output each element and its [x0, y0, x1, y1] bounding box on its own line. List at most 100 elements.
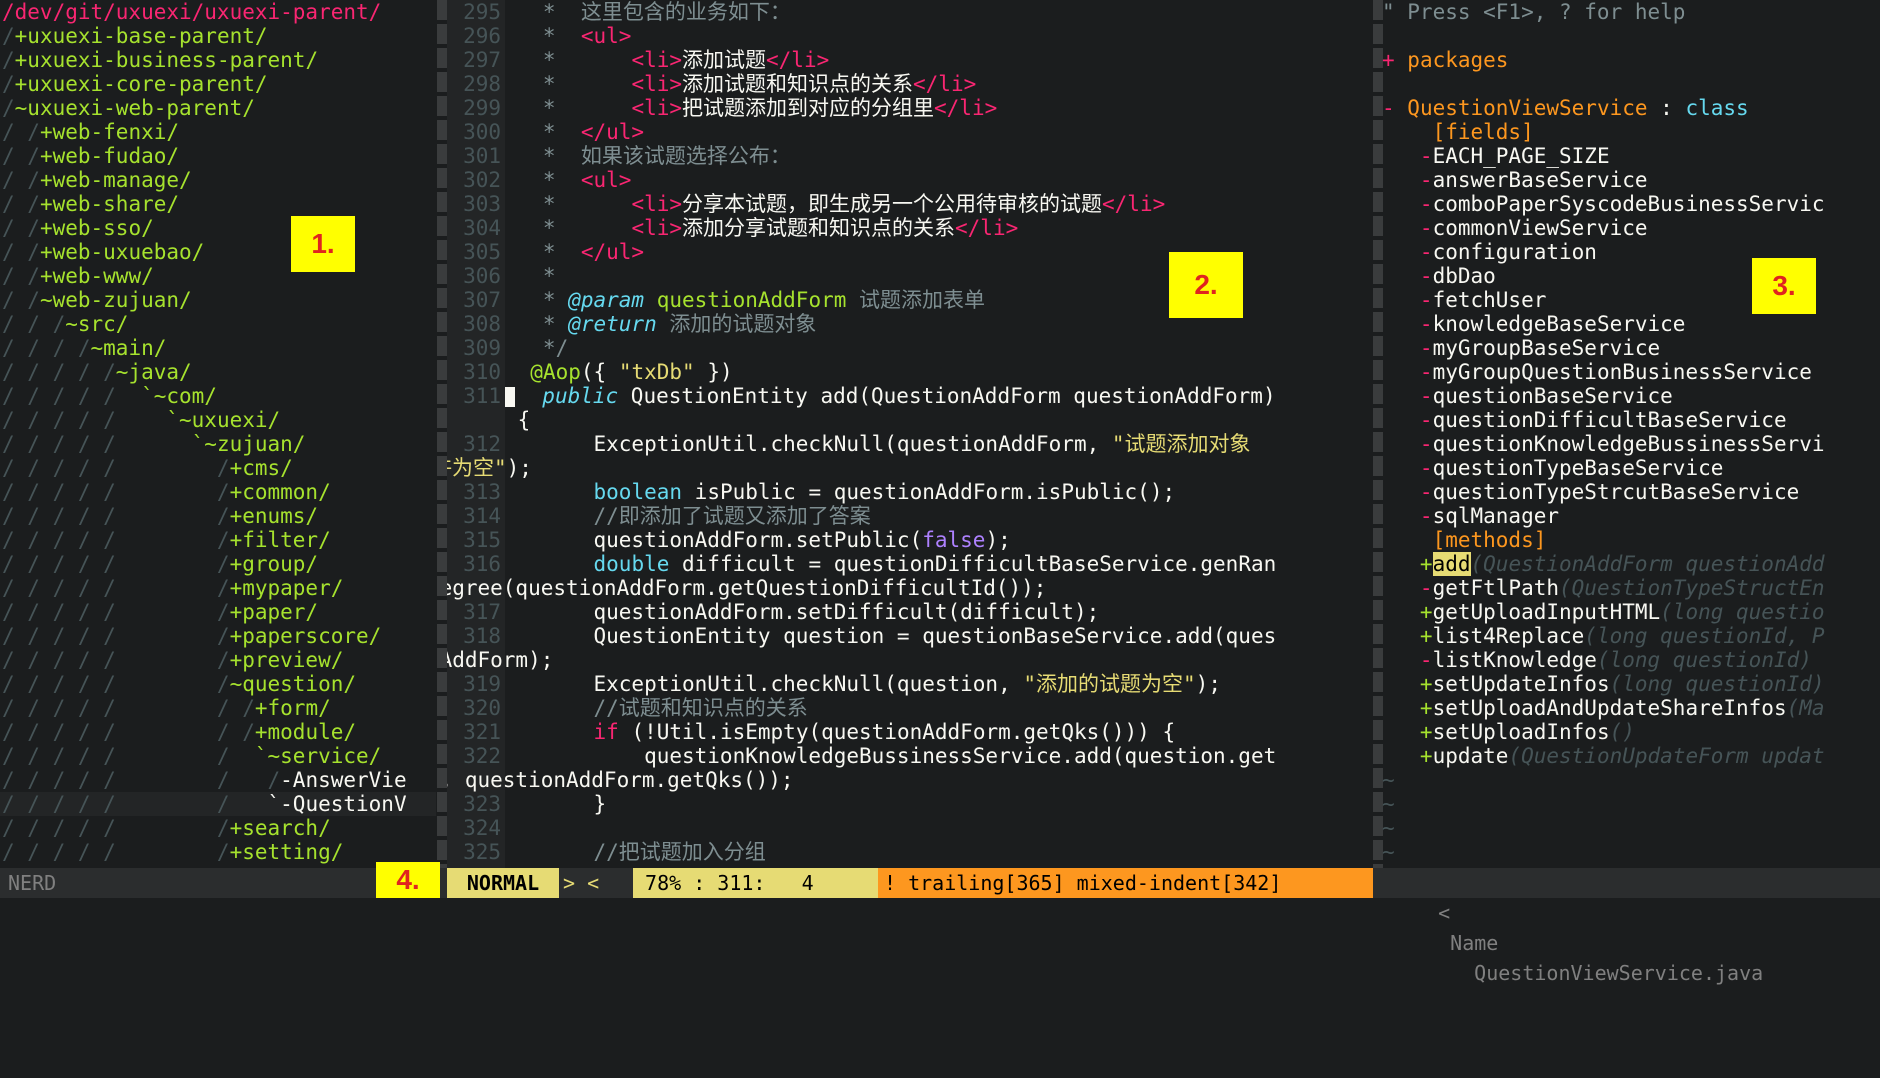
code-line[interactable]: 322 questionKnowledgeBussinessService.ad… [447, 744, 1373, 768]
code-line[interactable]: { [447, 408, 1373, 432]
tagbar-entry[interactable]: -listKnowledge(long questionId) [1382, 648, 1880, 672]
tree-dir-node[interactable]: /+uxuexi-base-parent/ [0, 24, 436, 48]
tagbar-entry[interactable]: " Press <F1>, ? for help [1382, 0, 1880, 24]
tagbar-entry[interactable]: -answerBaseService [1382, 168, 1880, 192]
code-line[interactable]: 317 questionAddForm.setDifficult(difficu… [447, 600, 1373, 624]
code-line[interactable]: 302 * <ul> [447, 168, 1373, 192]
code-line[interactable]: tionAddForm); [447, 648, 1373, 672]
code-line[interactable]: 318 QuestionEntity question = questionBa… [447, 624, 1373, 648]
tagbar-entry[interactable]: +add(QuestionAddForm questionAdd [1382, 552, 1880, 576]
tagbar-entry[interactable]: -questionTypeBaseService [1382, 456, 1880, 480]
tagbar-entry[interactable]: ~ [1382, 792, 1880, 816]
tree-dir-node[interactable]: /~uxuexi-web-parent/ [0, 96, 436, 120]
tagbar-entry[interactable]: -comboPaperSyscodeBusinessServic [1382, 192, 1880, 216]
tree-dir-node[interactable]: / / / / / /+paper/ [0, 600, 436, 624]
tagbar-entry[interactable]: +getUploadInputHTML(long questio [1382, 600, 1880, 624]
code-line[interactable]: 309 */ [447, 336, 1373, 360]
tagbar-pane[interactable]: " Press <F1>, ? for help + packages - Ques… [1382, 0, 1880, 868]
code-line[interactable]: 320 //试题和知识点的关系 [447, 696, 1373, 720]
tagbar-entry[interactable]: [fields] [1382, 120, 1880, 144]
nerdtree-pane[interactable]: /dev/git/uxuexi/uxuexi-parent//+uxuexi-b… [0, 0, 436, 868]
tree-dir-node[interactable]: /+uxuexi-business-parent/ [0, 48, 436, 72]
code-line[interactable]: 321 if (!Util.isEmpty(questionAddForm.ge… [447, 720, 1373, 744]
tree-dir-node[interactable]: / /+web-fenxi/ [0, 120, 436, 144]
code-line[interactable]: Id(), questionAddForm.getQks()); [447, 768, 1373, 792]
tree-dir-node[interactable]: / /~web-zujuan/ [0, 288, 436, 312]
tree-dir-node[interactable]: / / / / / / /+form/ [0, 696, 436, 720]
tree-dir-node[interactable]: / / / / / /+search/ [0, 816, 436, 840]
code-line[interactable]: 313 boolean isPublic = questionAddForm.i… [447, 480, 1373, 504]
tree-dir-node[interactable]: / /+web-www/ [0, 264, 436, 288]
tagbar-entry[interactable]: +update(QuestionUpdateForm updat [1382, 744, 1880, 768]
tree-dir-node[interactable]: / / /~src/ [0, 312, 436, 336]
tagbar-entry[interactable]: +list4Replace(long questionId, P [1382, 624, 1880, 648]
tagbar-entry[interactable]: + packages [1382, 48, 1880, 72]
code-line[interactable]: 315 questionAddForm.setPublic(false); [447, 528, 1373, 552]
tree-dir-node[interactable]: / / / / / /+paperscore/ [0, 624, 436, 648]
tagbar-entry[interactable]: -questionKnowledgeBussinessServi [1382, 432, 1880, 456]
code-line[interactable]: 299 * <li>把试题添加到对应的分组里</li> [447, 96, 1373, 120]
code-line[interactable]: 314 //即添加了试题又添加了答案 [447, 504, 1373, 528]
tree-dir-node[interactable]: / / / / / `~com/ [0, 384, 436, 408]
code-line[interactable]: 298 * <li>添加试题和知识点的关系</li> [447, 72, 1373, 96]
tree-dir-node[interactable]: / / / / / `~zujuan/ [0, 432, 436, 456]
tree-dir-node[interactable]: / / / / / /+setting/ [0, 840, 436, 864]
tree-file-node[interactable]: / / / / / / /-AnswerVie [0, 768, 436, 792]
tagbar-entry[interactable]: ~ [1382, 816, 1880, 840]
code-line[interactable]: 310 @Aop({ "txDb" }) [447, 360, 1373, 384]
tree-dir-node[interactable]: / / / / /~java/ [0, 360, 436, 384]
tree-dir-node[interactable]: / / / / / /+cms/ [0, 456, 436, 480]
code-line[interactable]: 324 [447, 816, 1373, 840]
tagbar-entry[interactable]: +setUploadInfos() [1382, 720, 1880, 744]
tree-dir-node[interactable]: / / / / / /+enums/ [0, 504, 436, 528]
code-line[interactable]: 311 public QuestionEntity add(QuestionAd… [447, 384, 1373, 408]
code-line[interactable]: 304 * <li>添加分享试题和知识点的关系</li> [447, 216, 1373, 240]
code-line[interactable]: 不允许为空"); [447, 456, 1373, 480]
tree-dir-node[interactable]: / / / / / /~question/ [0, 672, 436, 696]
code-editor-pane[interactable]: 295 * 这里包含的业务如下： 296 * <ul> 297 * <li>添加试题… [447, 0, 1373, 868]
tagbar-entry[interactable] [1382, 24, 1880, 48]
code-line[interactable]: 300 * </ul> [447, 120, 1373, 144]
code-line[interactable]: 297 * <li>添加试题</li> [447, 48, 1373, 72]
split-divider-left[interactable] [437, 0, 447, 868]
tree-dir-node[interactable]: / / / / / / `~service/ [0, 744, 436, 768]
tagbar-entry[interactable]: ~ [1382, 768, 1880, 792]
code-line[interactable]: 296 * <ul> [447, 24, 1373, 48]
tree-dir-node[interactable]: / /+web-uxuebao/ [0, 240, 436, 264]
tagbar-entry[interactable]: -knowledgeBaseService [1382, 312, 1880, 336]
code-line[interactable]: 325 //把试题加入分组 [447, 840, 1373, 864]
tree-dir-node[interactable]: / / / / / `~uxuexi/ [0, 408, 436, 432]
code-line[interactable]: 301 * 如果该试题选择公布： [447, 144, 1373, 168]
tagbar-entry[interactable]: -questionTypeStrcutBaseService [1382, 480, 1880, 504]
code-line[interactable]: domGegree(questionAddForm.getQuestionDif… [447, 576, 1373, 600]
tree-dir-node[interactable]: / / / / / /+common/ [0, 480, 436, 504]
tagbar-entry[interactable]: +setUploadAndUpdateShareInfos(Ma [1382, 696, 1880, 720]
tagbar-entry[interactable]: -myGroupQuestionBusinessService [1382, 360, 1880, 384]
code-line[interactable]: 323 } [447, 792, 1373, 816]
tagbar-entry[interactable]: - QuestionViewService : class [1382, 96, 1880, 120]
tagbar-entry[interactable]: -sqlManager [1382, 504, 1880, 528]
tree-dir-node[interactable]: / /+web-sso/ [0, 216, 436, 240]
tree-dir-node[interactable]: / / / / / /+preview/ [0, 648, 436, 672]
code-line[interactable]: 319 ExceptionUtil.checkNull(question, "添… [447, 672, 1373, 696]
tagbar-entry[interactable] [1382, 72, 1880, 96]
tree-dir-node[interactable]: / /+web-share/ [0, 192, 436, 216]
tagbar-entry[interactable]: +setUpdateInfos(long questionId) [1382, 672, 1880, 696]
tagbar-entry[interactable]: ~ [1382, 840, 1880, 864]
tree-dir-node[interactable]: / / / / / / /+module/ [0, 720, 436, 744]
tree-dir-node[interactable]: / /+web-fudao/ [0, 144, 436, 168]
tree-dir-node[interactable]: / / / / / /+filter/ [0, 528, 436, 552]
tagbar-entry[interactable]: -EACH_PAGE_SIZE [1382, 144, 1880, 168]
tree-dir-node[interactable]: /+uxuexi-core-parent/ [0, 72, 436, 96]
tagbar-entry[interactable]: -commonViewService [1382, 216, 1880, 240]
code-line[interactable]: 312 ExceptionUtil.checkNull(questionAddF… [447, 432, 1373, 456]
tagbar-entry[interactable]: -getFtlPath(QuestionTypeStructEn [1382, 576, 1880, 600]
tree-dir-node[interactable]: / / / / / /+group/ [0, 552, 436, 576]
tree-dir-node[interactable]: / / / / / /+mypaper/ [0, 576, 436, 600]
tree-root-path[interactable]: /dev/git/uxuexi/uxuexi-parent/ [0, 0, 436, 24]
tagbar-entry[interactable]: -questionDifficultBaseService [1382, 408, 1880, 432]
code-line[interactable]: 295 * 这里包含的业务如下： [447, 0, 1373, 24]
code-line[interactable]: 303 * <li>分享本试题，即生成另一个公用待审核的试题</li> [447, 192, 1373, 216]
tree-file-node[interactable]: / / / / / / `-QuestionV [0, 792, 436, 816]
tagbar-entry[interactable]: [methods] [1382, 528, 1880, 552]
